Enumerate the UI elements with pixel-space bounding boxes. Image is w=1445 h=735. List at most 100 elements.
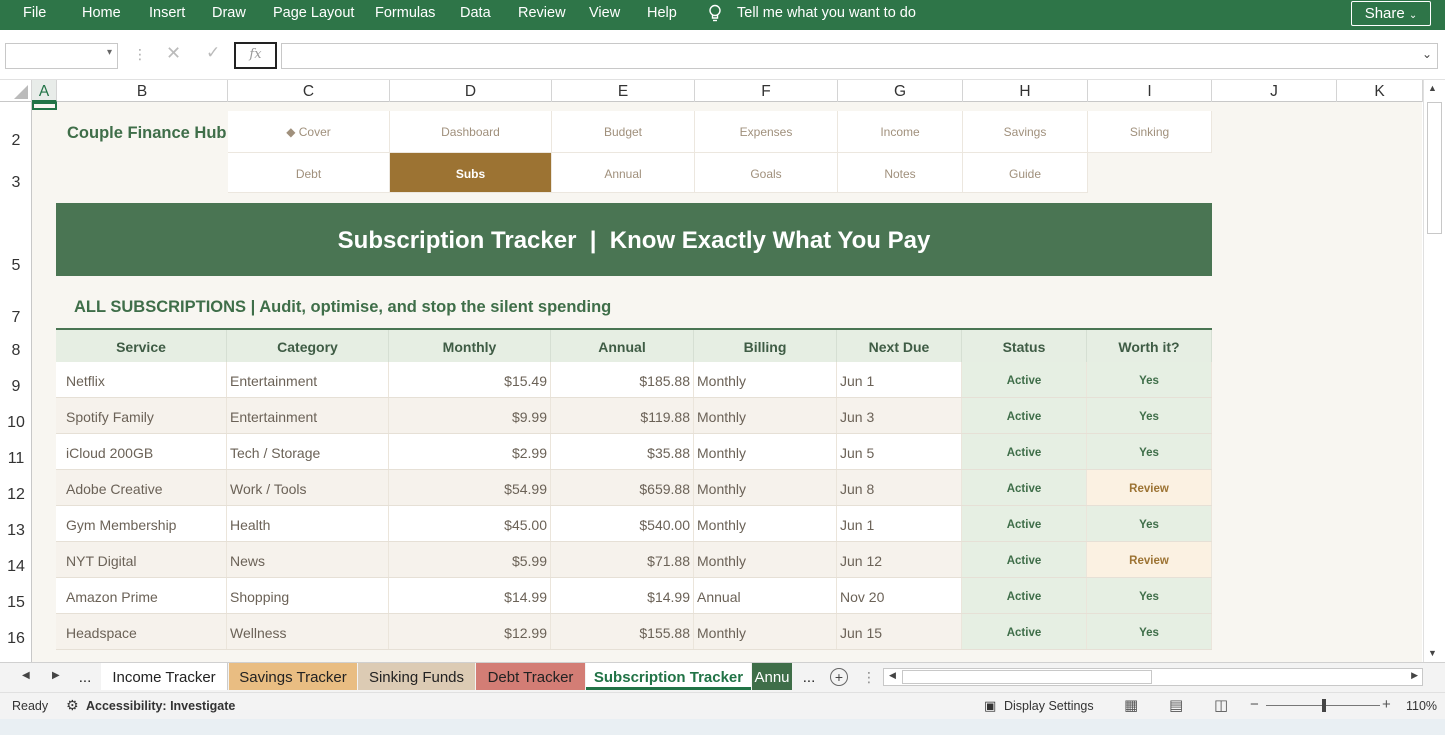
- menu-formulas[interactable]: Formulas: [375, 0, 435, 28]
- row-header[interactable]: 12: [0, 486, 32, 504]
- next-sheet-icon[interactable]: ▶: [52, 670, 60, 681]
- cell-status[interactable]: Active: [962, 434, 1087, 469]
- cell-status[interactable]: Active: [962, 614, 1087, 649]
- check-icon[interactable]: ✓: [206, 43, 220, 63]
- zoom-slider-thumb[interactable]: [1322, 699, 1326, 712]
- cell-billing[interactable]: Monthly: [694, 362, 837, 397]
- col-header-f[interactable]: F: [695, 80, 838, 102]
- col-header-k[interactable]: K: [1337, 80, 1423, 102]
- menu-file[interactable]: File: [23, 0, 46, 28]
- cell-status[interactable]: Active: [962, 470, 1087, 505]
- nav-sinking[interactable]: Sinking: [1088, 111, 1212, 153]
- cell-category[interactable]: Work / Tools: [227, 470, 389, 505]
- sheet-tab-sinking-funds[interactable]: Sinking Funds: [358, 663, 475, 690]
- scroll-up-icon[interactable]: ▲: [1428, 83, 1437, 93]
- nav-income[interactable]: Income: [838, 111, 963, 153]
- col-header-a[interactable]: A: [32, 80, 57, 102]
- menu-draw[interactable]: Draw: [212, 0, 246, 28]
- cell-next-due[interactable]: Jun 1: [837, 506, 962, 541]
- zoom-level[interactable]: 110%: [1406, 699, 1437, 713]
- cell-monthly[interactable]: $5.99: [389, 542, 551, 577]
- cell-annual[interactable]: $71.88: [551, 542, 694, 577]
- cell-next-due[interactable]: Jun 12: [837, 542, 962, 577]
- row-header[interactable]: 3: [0, 174, 32, 192]
- row-header[interactable]: 15: [0, 594, 32, 612]
- cell-worth-it[interactable]: Yes: [1087, 614, 1212, 649]
- zoom-slider[interactable]: [1266, 699, 1380, 712]
- vertical-scrollbar[interactable]: ▲ ▼: [1423, 80, 1445, 662]
- nav-subs[interactable]: Subs: [390, 153, 552, 193]
- row-header[interactable]: 14: [0, 558, 32, 576]
- cell-status[interactable]: Active: [962, 398, 1087, 433]
- nav-cover[interactable]: ◆ Cover: [228, 111, 390, 153]
- table-row[interactable]: iCloud 200GB Tech / Storage $2.99 $35.88 Mon…: [56, 434, 1212, 470]
- cell-service[interactable]: NYT Digital: [56, 542, 227, 577]
- scroll-left-icon[interactable]: ◀: [889, 670, 896, 681]
- table-row[interactable]: Gym Membership Health $45.00 $540.00 Monthly…: [56, 506, 1212, 542]
- nav-goals[interactable]: Goals: [695, 153, 838, 193]
- tell-me-search[interactable]: Tell me what you want to do: [737, 0, 916, 28]
- cell-monthly[interactable]: $14.99: [389, 578, 551, 613]
- sheet-tab-income-tracker[interactable]: Income Tracker: [101, 663, 228, 690]
- cell-worth-it[interactable]: Yes: [1087, 434, 1212, 469]
- cell-annual[interactable]: $185.88: [551, 362, 694, 397]
- row-header[interactable]: 16: [0, 630, 32, 648]
- cell-annual[interactable]: $155.88: [551, 614, 694, 649]
- cell-worth-it[interactable]: Yes: [1087, 506, 1212, 541]
- col-header-d[interactable]: D: [390, 80, 552, 102]
- cell-monthly[interactable]: $45.00: [389, 506, 551, 541]
- cell-next-due[interactable]: Jun 3: [837, 398, 962, 433]
- cell-annual[interactable]: $659.88: [551, 470, 694, 505]
- cell-next-due[interactable]: Jun 8: [837, 470, 962, 505]
- nav-dashboard[interactable]: Dashboard: [390, 111, 552, 153]
- scroll-down-icon[interactable]: ▼: [1428, 648, 1437, 658]
- row-header[interactable]: 8: [0, 342, 32, 360]
- cell-next-due[interactable]: Jun 5: [837, 434, 962, 469]
- row-header[interactable]: 7: [0, 309, 32, 327]
- cell-billing[interactable]: Monthly: [694, 614, 837, 649]
- nav-notes[interactable]: Notes: [838, 153, 963, 193]
- nav-annual[interactable]: Annual: [552, 153, 695, 193]
- cell-service[interactable]: Adobe Creative: [56, 470, 227, 505]
- sheet-tab-more-left[interactable]: ...: [70, 663, 100, 690]
- table-row[interactable]: Adobe Creative Work / Tools $54.99 $659.88 M…: [56, 470, 1212, 506]
- col-header-j[interactable]: J: [1212, 80, 1337, 102]
- cell-monthly[interactable]: $9.99: [389, 398, 551, 433]
- sheet-tab-more-right[interactable]: ...: [795, 663, 823, 690]
- cell-billing[interactable]: Monthly: [694, 506, 837, 541]
- cell-billing[interactable]: Monthly: [694, 398, 837, 433]
- menu-review[interactable]: Review: [518, 0, 566, 28]
- row-header[interactable]: 10: [0, 414, 32, 432]
- cell-status[interactable]: Active: [962, 578, 1087, 613]
- cell-status[interactable]: Active: [962, 362, 1087, 397]
- table-row[interactable]: Netflix Entertainment $15.49 $185.88 Monthly…: [56, 362, 1212, 398]
- cell-annual[interactable]: $35.88: [551, 434, 694, 469]
- zoom-in-icon[interactable]: +: [1382, 696, 1391, 713]
- cancel-icon[interactable]: ✕: [166, 43, 181, 64]
- cell-worth-it[interactable]: Yes: [1087, 362, 1212, 397]
- sheet-tab-annual[interactable]: Annu: [752, 663, 792, 690]
- nav-budget[interactable]: Budget: [552, 111, 695, 153]
- active-cell[interactable]: [32, 102, 57, 110]
- col-header-g[interactable]: G: [838, 80, 963, 102]
- menu-view[interactable]: View: [589, 0, 620, 28]
- row-header[interactable]: 13: [0, 522, 32, 540]
- insert-function-button[interactable]: fx: [234, 42, 277, 69]
- cell-billing[interactable]: Monthly: [694, 434, 837, 469]
- cell-annual[interactable]: $119.88: [551, 398, 694, 433]
- row-header[interactable]: 2: [0, 132, 32, 150]
- menu-page-layout[interactable]: Page Layout: [273, 0, 354, 28]
- row-header[interactable]: 9: [0, 378, 32, 396]
- cell-category[interactable]: Wellness: [227, 614, 389, 649]
- col-header-i[interactable]: I: [1088, 80, 1212, 102]
- row-header[interactable]: 5: [0, 257, 32, 275]
- page-layout-view-icon[interactable]: ▤: [1169, 696, 1183, 714]
- cell-category[interactable]: Entertainment: [227, 398, 389, 433]
- cell-service[interactable]: Gym Membership: [56, 506, 227, 541]
- horizontal-scroll-thumb[interactable]: [902, 670, 1152, 684]
- nav-expenses[interactable]: Expenses: [695, 111, 838, 153]
- chevron-down-icon[interactable]: ⌄: [1422, 47, 1432, 61]
- cell-worth-it[interactable]: Review: [1087, 542, 1212, 577]
- col-header-h[interactable]: H: [963, 80, 1088, 102]
- row-header[interactable]: 11: [0, 450, 32, 468]
